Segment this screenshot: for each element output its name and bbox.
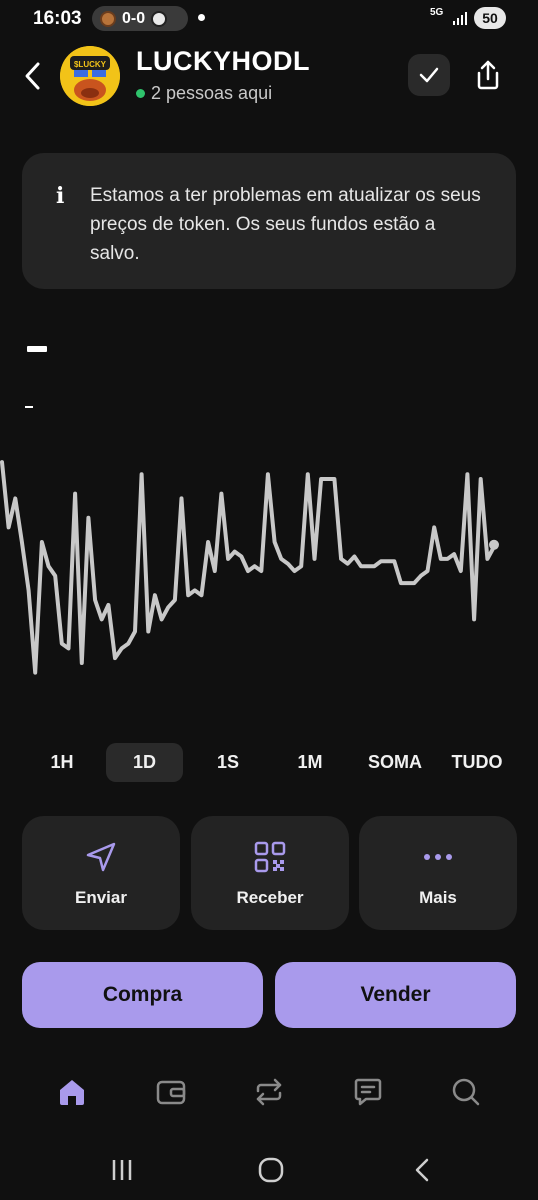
status-time: 16:03	[33, 8, 82, 29]
avatar-text: $LUCKY	[74, 60, 107, 69]
bottom-nav	[0, 1060, 538, 1120]
price-chart[interactable]	[0, 430, 538, 720]
recent-apps-button[interactable]	[102, 1150, 142, 1190]
team-badge-icon	[151, 10, 168, 27]
price-value-placeholder	[27, 346, 47, 352]
tab-1d[interactable]: 1D	[106, 743, 183, 782]
notification-dot-icon	[198, 14, 205, 21]
battery-level: 50	[474, 7, 506, 29]
info-icon: i	[56, 183, 65, 209]
home-icon	[60, 1080, 84, 1105]
tab-1m[interactable]: 1M	[282, 743, 338, 782]
send-icon	[86, 842, 116, 872]
presence-indicator: 2 pessoas aqui	[136, 83, 272, 104]
nav-chat[interactable]	[350, 1074, 386, 1110]
watchlist-check-button[interactable]	[408, 54, 450, 96]
price-line	[0, 460, 496, 675]
price-error-notice: i Estamos a ter problemas em atualizar o…	[22, 153, 516, 289]
tab-1h[interactable]: 1H	[34, 743, 90, 782]
system-nav-bar	[0, 1140, 538, 1200]
more-button[interactable]: Mais	[359, 816, 517, 930]
chart-endpoint	[489, 539, 499, 550]
network-type: 5G	[430, 7, 444, 18]
live-score: 0-0	[122, 9, 146, 27]
more-label: Mais	[419, 888, 457, 907]
time-range-tabs: 1H 1D 1S 1M SOMA TUDO	[20, 743, 520, 783]
share-button[interactable]	[468, 54, 508, 96]
wallet-icon	[156, 1080, 186, 1105]
online-dot-icon	[136, 89, 145, 98]
search-icon	[452, 1078, 480, 1106]
back-system-button[interactable]	[402, 1150, 442, 1190]
live-score-pill[interactable]: 0-0	[92, 6, 188, 31]
tab-tudo[interactable]: TUDO	[444, 743, 510, 782]
notice-text: Estamos a ter problemas em atualizar os …	[90, 185, 481, 264]
check-icon	[419, 67, 439, 83]
nav-search[interactable]	[448, 1074, 484, 1110]
qr-code-icon	[254, 841, 286, 873]
status-bar: 16:03 0-0 5G 50	[0, 0, 538, 38]
home-system-button[interactable]	[251, 1150, 291, 1190]
swap-icon	[256, 1078, 282, 1106]
nav-home[interactable]	[54, 1074, 90, 1110]
nav-wallet[interactable]	[153, 1074, 189, 1110]
nav-swap[interactable]	[251, 1074, 287, 1110]
buy-button[interactable]: Compra	[22, 962, 263, 1028]
more-dots-icon	[424, 854, 452, 860]
receive-button[interactable]: Receber	[191, 816, 349, 930]
signal-icon	[453, 12, 467, 25]
home-circle-icon	[258, 1157, 284, 1183]
tab-soma[interactable]: SOMA	[360, 743, 430, 782]
back-button[interactable]	[18, 58, 50, 94]
send-button[interactable]: Enviar	[22, 816, 180, 930]
receive-label: Receber	[236, 888, 304, 907]
sell-button[interactable]: Vender	[275, 962, 516, 1028]
recent-apps-icon	[112, 1160, 132, 1180]
token-name: LUCKYHODL	[136, 46, 310, 76]
back-arrow-icon	[415, 1158, 429, 1182]
presence-text: 2 pessoas aqui	[151, 83, 273, 103]
tab-1s[interactable]: 1S	[200, 743, 256, 782]
price-change-placeholder	[25, 406, 33, 408]
send-label: Enviar	[75, 888, 127, 907]
chat-icon	[354, 1078, 382, 1106]
chevron-left-icon	[25, 62, 40, 90]
team-badge-icon	[100, 10, 116, 27]
share-icon	[477, 60, 499, 90]
token-avatar: $LUCKY	[60, 46, 120, 106]
